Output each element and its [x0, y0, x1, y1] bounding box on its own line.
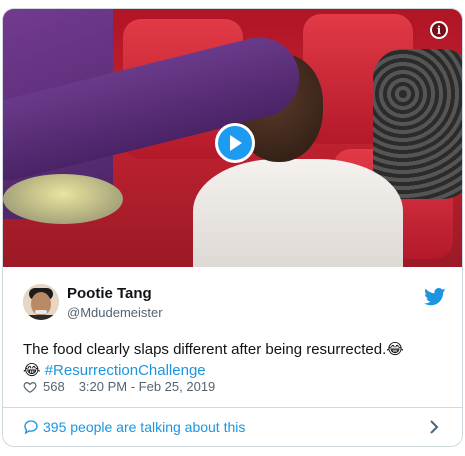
tweet-text: The food clearly slaps different after b… [23, 339, 448, 381]
hashtag-link[interactable]: #ResurrectionChallenge [45, 362, 206, 379]
tears-of-joy-emoji: 😂 [23, 361, 41, 379]
author-handle[interactable]: @Mdudemeister [67, 305, 163, 320]
like-count[interactable]: 568 [43, 379, 65, 394]
speech-bubble-icon [24, 420, 38, 435]
tweet-author[interactable]: Pootie Tang @Mdudemeister [23, 284, 446, 324]
food-tray [3, 174, 123, 224]
conversation-link[interactable]: 395 people are talking about this [3, 408, 462, 446]
man-white-shirt [193, 159, 403, 267]
heart-icon[interactable] [23, 380, 37, 394]
conversation-count-text[interactable]: 395 people are talking about this [43, 419, 245, 435]
play-icon [230, 135, 242, 151]
spectator-figure [373, 49, 462, 199]
chevron-right-icon[interactable] [428, 419, 440, 435]
tweet-timestamp[interactable]: 3:20 PM - Feb 25, 2019 [79, 379, 216, 394]
avatar[interactable] [23, 284, 59, 320]
tweet-meta: 568 3:20 PM - Feb 25, 2019 [23, 379, 215, 394]
tears-of-joy-emoji: 😂 [386, 340, 404, 358]
avatar-image [23, 284, 59, 320]
twitter-bird-icon[interactable] [424, 288, 446, 306]
author-name[interactable]: Pootie Tang [67, 285, 152, 302]
tweet-card: i Pootie Tang @Mdudemeister The food cle… [2, 8, 463, 447]
tweet-text-body: The food clearly slaps different after b… [23, 341, 387, 358]
play-button[interactable] [215, 123, 255, 163]
info-icon[interactable]: i [430, 21, 448, 39]
video-thumbnail[interactable]: i [3, 9, 462, 267]
